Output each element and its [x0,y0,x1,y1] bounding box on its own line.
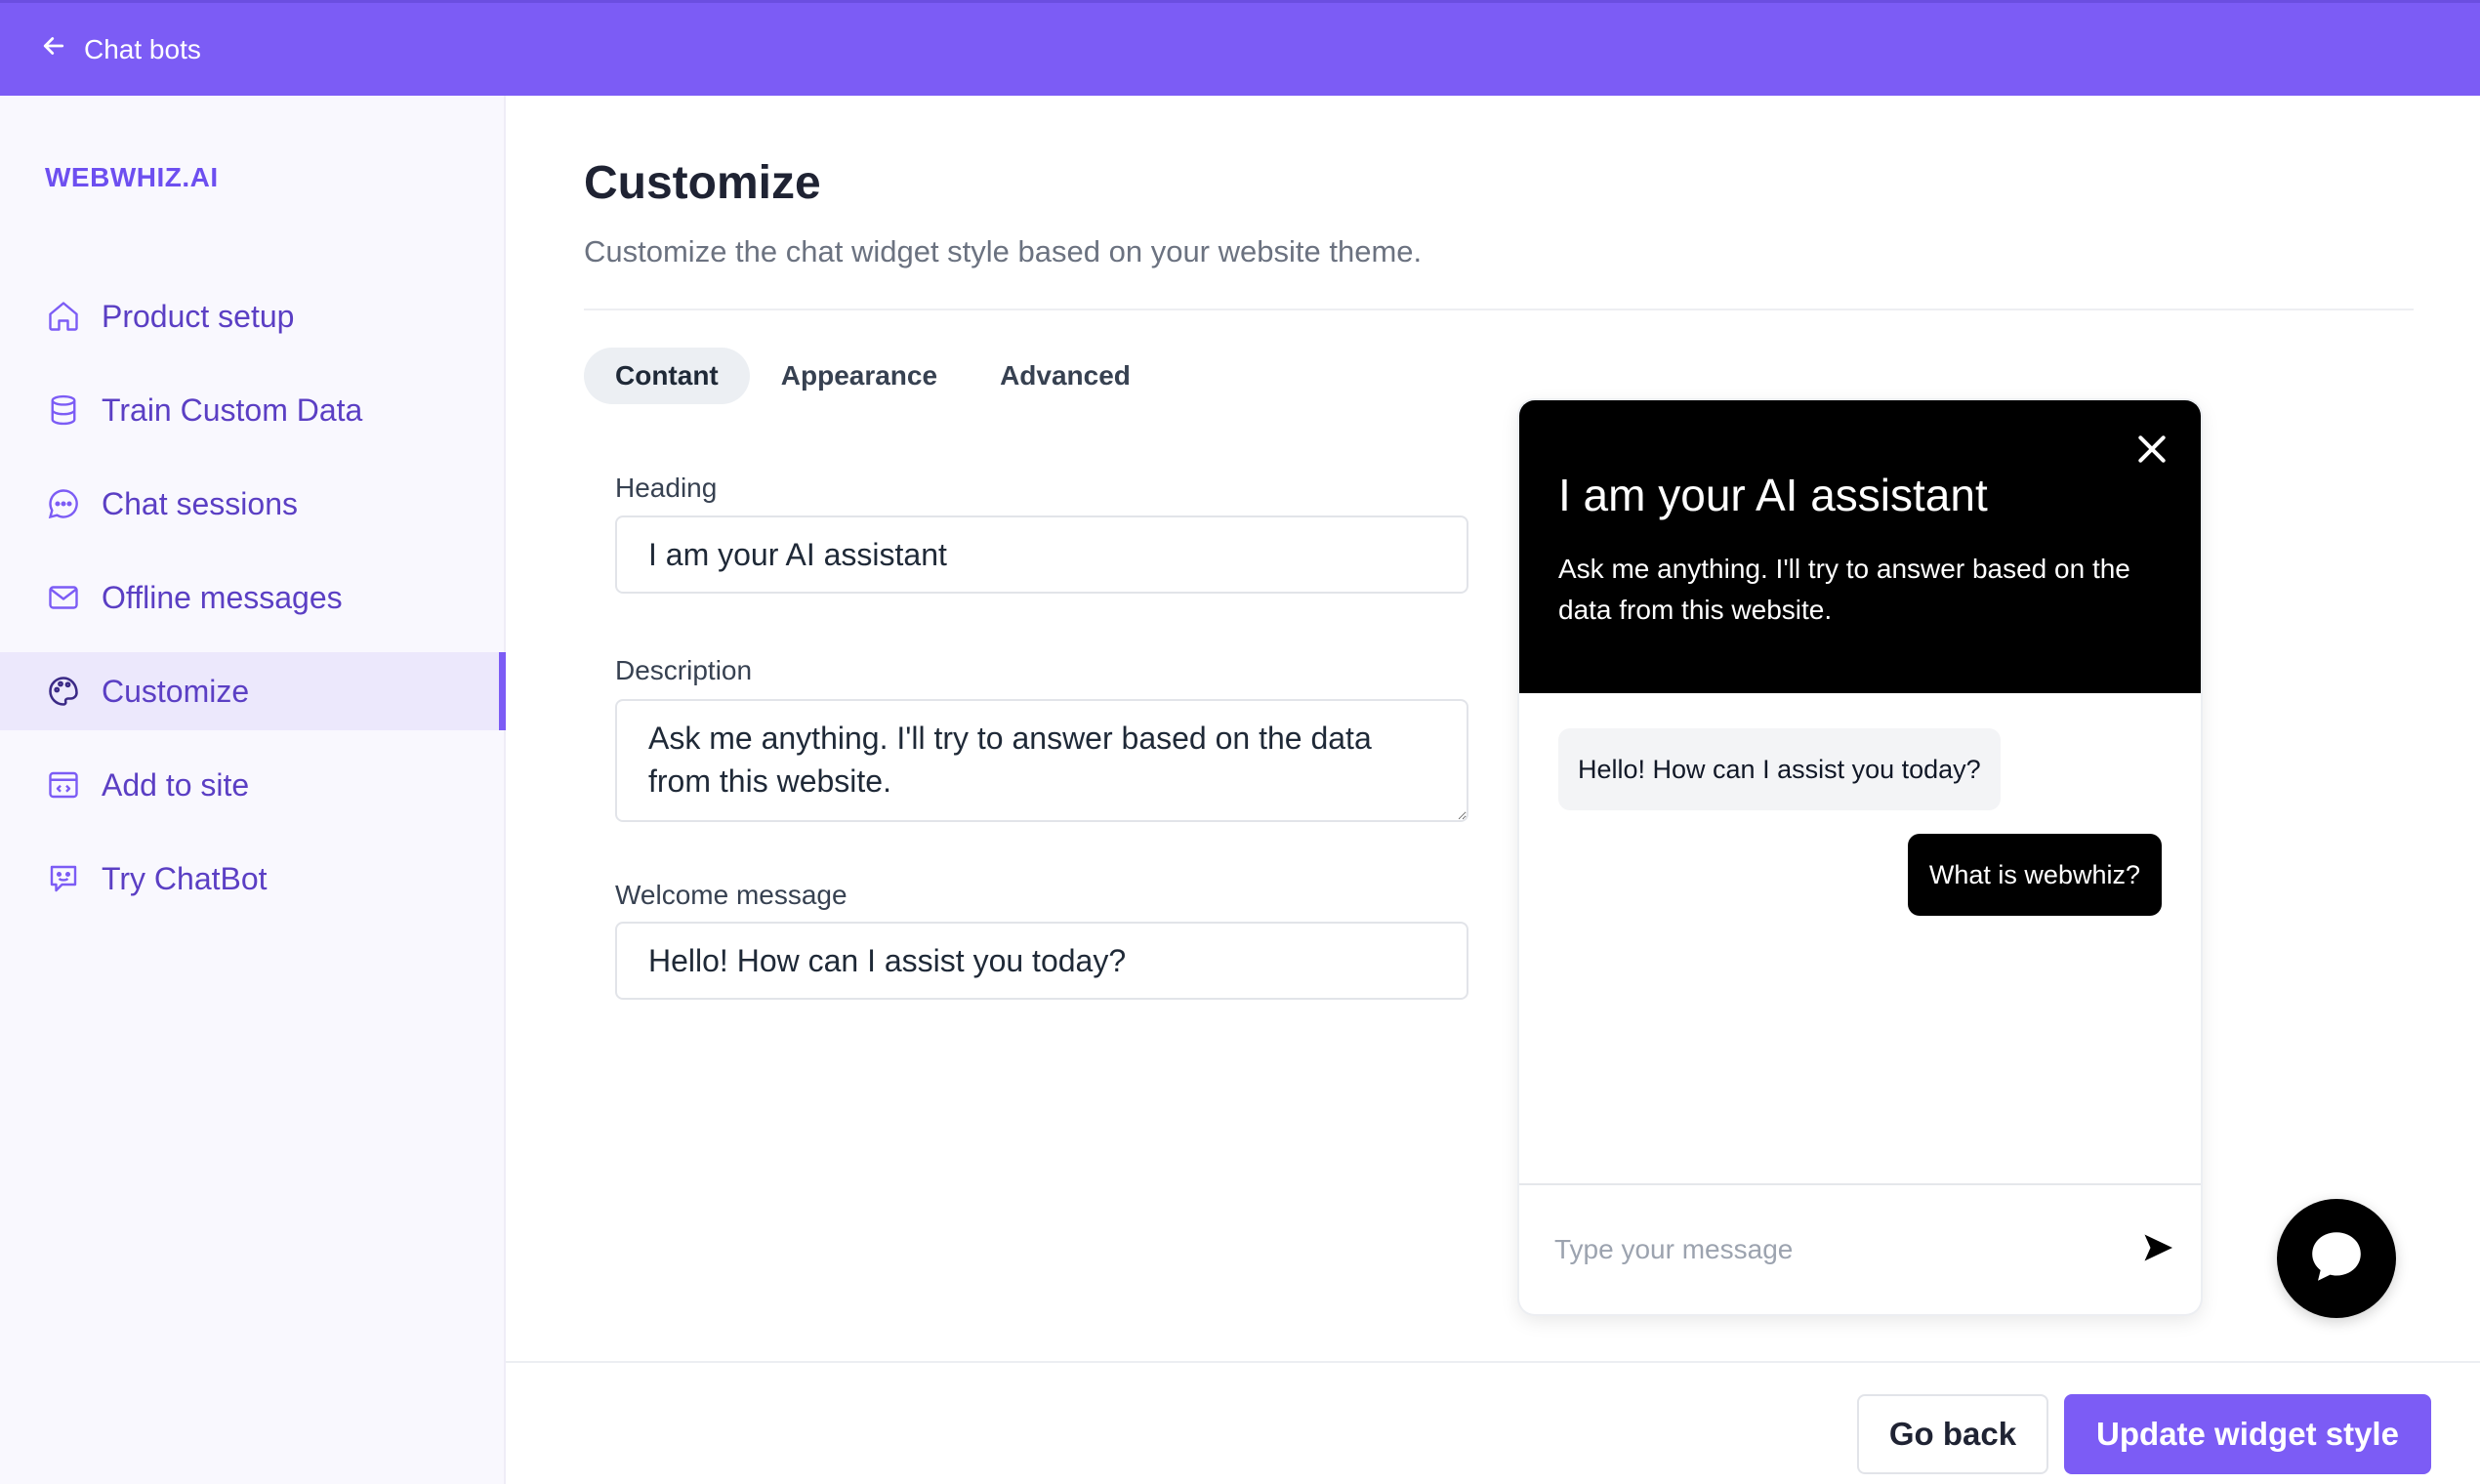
tab-content[interactable]: Contant [584,348,750,404]
sidebar-item-add-to-site[interactable]: Add to site [0,746,506,824]
bot-face-icon [45,860,82,897]
top-bar: Chat bots [0,0,2480,96]
sidebar-item-train-custom-data[interactable]: Train Custom Data [0,371,506,449]
description-field-label: Description [615,655,753,685]
sidebar-item-label: Offline messages [102,579,343,615]
sidebar-item-label: Chat sessions [102,485,298,521]
widget-description: Ask me anything. I'll try to answer base… [1558,554,2130,625]
widget-header: I am your AI assistant Ask me anything. … [1519,400,2201,693]
sidebar: WEBWHIZ.AI Product setup Train Custom Da… [0,96,506,1484]
header-divider [584,309,2414,310]
mail-icon [45,579,82,616]
sidebar-item-chat-sessions[interactable]: Chat sessions [0,465,506,543]
main-content: Customize Customize the chat widget styl… [506,96,2480,1484]
chat-bubble-icon [2302,1222,2371,1296]
welcome-message-field-label: Welcome message [615,880,847,910]
sidebar-item-offline-messages[interactable]: Offline messages [0,558,506,637]
widget-message-input[interactable] [1554,1211,2101,1289]
back-to-chat-bots-link[interactable]: Chat bots [39,31,201,67]
bot-message-bubble: Hello! How can I assist you today? [1558,728,2001,810]
go-back-button[interactable]: Go back [1857,1394,2048,1474]
customize-tabs: Contant Appearance Advanced [584,348,1162,404]
page-title: Customize [584,157,821,209]
update-widget-style-button[interactable]: Update widget style [2064,1394,2431,1474]
sidebar-item-product-setup[interactable]: Product setup [0,277,506,355]
tab-appearance[interactable]: Appearance [750,348,969,404]
user-message-bubble: What is webwhiz? [1907,834,2162,916]
description-field[interactable]: Ask me anything. I'll try to answer base… [615,699,1468,822]
sidebar-item-label: Product setup [102,298,295,334]
arrow-left-icon [39,31,68,67]
sidebar-item-label: Add to site [102,766,250,803]
page-subtitle: Customize the chat widget style based on… [584,234,1423,268]
sidebar-item-label: Customize [102,673,250,709]
palette-icon [45,673,82,710]
home-icon [45,298,82,335]
heading-field-label: Heading [615,473,718,503]
widget-heading: I am your AI assistant [1558,470,1988,520]
heading-field[interactable] [615,515,1468,594]
send-icon[interactable] [2140,1230,2175,1265]
chat-widget-preview: I am your AI assistant Ask me anything. … [1519,400,2201,1314]
tab-advanced[interactable]: Advanced [969,348,1162,404]
database-icon [45,392,82,429]
welcome-message-field[interactable] [615,922,1468,1000]
sidebar-item-label: Train Custom Data [102,392,363,428]
sidebar-item-customize[interactable]: Customize [0,652,506,730]
brand-logo-text: WEBWHIZ.AI [45,162,219,192]
chat-launcher-button[interactable] [2277,1199,2396,1318]
back-link-label: Chat bots [84,33,201,64]
close-icon[interactable] [2132,430,2171,469]
sidebar-item-label: Try ChatBot [102,860,268,896]
widget-input-divider [1519,1183,2201,1185]
sidebar-item-try-chatbot[interactable]: Try ChatBot [0,840,506,918]
footer-divider [506,1361,2480,1363]
code-window-icon [45,766,82,804]
chat-dots-icon [45,485,82,522]
